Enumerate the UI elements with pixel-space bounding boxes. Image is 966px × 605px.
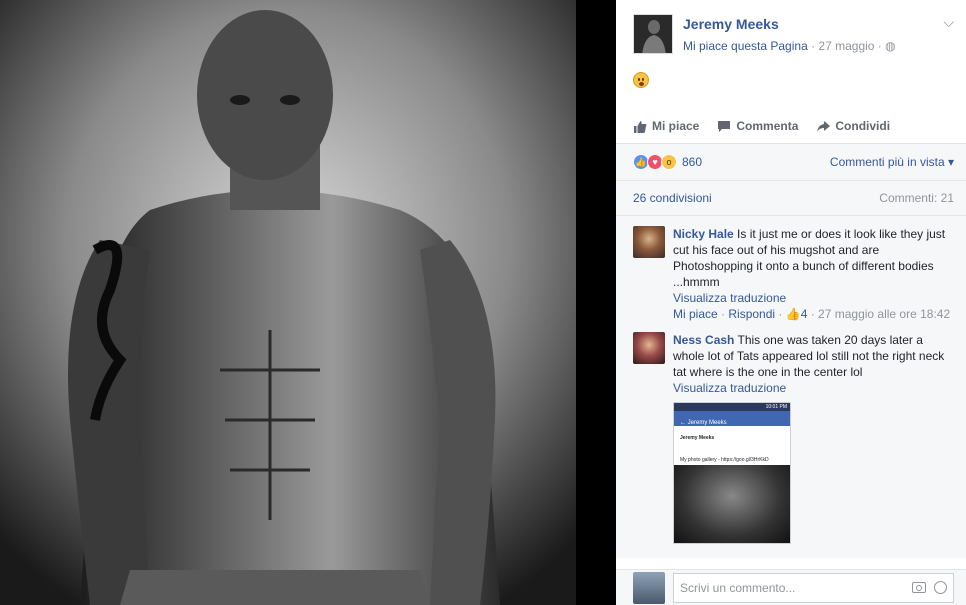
commenter-avatar[interactable] [633, 226, 665, 258]
photo-viewer: Jeremy Meeks Mi piace questa Pagina · 27… [0, 0, 966, 605]
comment-reply-link[interactable]: Rispondi [728, 307, 775, 321]
comment-like-link[interactable]: Mi piace [673, 307, 718, 321]
comment-likes[interactable]: 👍4 [786, 307, 808, 321]
page-avatar[interactable] [633, 14, 673, 54]
phone-status-time: 10:01 PM [765, 404, 787, 410]
comment-body: Ness Cash This one was taken 20 days lat… [673, 332, 954, 544]
comment-time[interactable]: · 27 maggio alle ore 18:42 [811, 307, 950, 321]
post-meta: Mi piace questa Pagina · 27 maggio · ◍ [683, 39, 896, 53]
globe-icon: ◍ [885, 39, 896, 53]
phone-nav-bar: ← Jeremy Meeks [674, 411, 790, 426]
comment-input[interactable]: Scrivi un commento... [673, 572, 954, 603]
phone-status-bar: 10:01 PM [674, 403, 790, 411]
user-avatar[interactable] [633, 571, 665, 604]
reactions-bar: 👍 ♥ o 860 Commenti più in vista ▾ [616, 144, 966, 180]
astonished-emoji-icon [633, 72, 649, 88]
comment-list: Nicky Hale Is it just me or does it look… [616, 215, 966, 558]
thumbs-up-icon [634, 120, 647, 133]
see-translation-link[interactable]: Visualizza traduzione [673, 380, 954, 396]
post-date[interactable]: · 27 maggio · [811, 39, 882, 53]
author-name[interactable]: Jeremy Meeks [683, 16, 896, 32]
commenter-name[interactable]: Ness Cash [673, 333, 734, 347]
phone-nav-title: Jeremy Meeks [687, 420, 727, 426]
post-sidebar: Jeremy Meeks Mi piace questa Pagina · 27… [616, 0, 966, 605]
reaction-count[interactable]: 860 [682, 155, 702, 169]
shares-count[interactable]: 26 condivisioni [633, 191, 712, 205]
avatar-image [634, 15, 672, 53]
comment-button[interactable]: Commenta [717, 119, 798, 133]
like-page-link[interactable]: Mi piace questa Pagina [683, 39, 808, 53]
comments-count: Commenti: 21 [879, 191, 954, 205]
post-header-text: Jeremy Meeks Mi piace questa Pagina · 27… [683, 14, 896, 54]
comment-composer: Scrivi un commento... [616, 569, 966, 605]
comment-meta: Mi piace · Rispondi · 👍4 · 27 maggio all… [673, 307, 951, 321]
wow-reaction-icon[interactable]: o [661, 154, 677, 170]
comment-icon [718, 120, 731, 132]
comment-item: Ness Cash This one was taken 20 days lat… [616, 322, 966, 544]
comment-attachment-image[interactable]: 10:01 PM ← Jeremy Meeks Jeremy Meeks My … [673, 402, 791, 544]
thumbs-up-icon: 👍 [785, 307, 801, 321]
comment-body: Nicky Hale Is it just me or does it look… [673, 226, 954, 322]
share-button[interactable]: Condividi [816, 119, 890, 133]
comment-placeholder: Scrivi un commento... [680, 580, 796, 595]
chevron-down-icon[interactable]: ⌵ [943, 14, 954, 31]
post-stats: 26 condivisioni Commenti: 21 [616, 180, 966, 215]
action-bar: Mi piace Commenta Condividi [633, 119, 966, 143]
phone-card-name: Jeremy Meeks [680, 435, 715, 441]
shirtless-man-photo [0, 0, 616, 605]
commenter-avatar[interactable] [633, 332, 665, 364]
camera-icon[interactable] [912, 582, 926, 593]
like-label: Mi piace [652, 119, 700, 133]
post-header: Jeremy Meeks Mi piace questa Pagina · 27… [616, 0, 966, 54]
phone-photo [674, 465, 790, 543]
commenter-name[interactable]: Nicky Hale [673, 227, 734, 241]
emoji-icon[interactable] [934, 581, 947, 594]
like-button[interactable]: Mi piace [633, 119, 699, 133]
main-photo[interactable] [0, 0, 616, 605]
comment-sort-dropdown[interactable]: Commenti più in vista ▾ [830, 155, 954, 169]
see-translation-link[interactable]: Visualizza traduzione [673, 290, 954, 306]
share-icon [817, 120, 831, 132]
comment-item: Nicky Hale Is it just me or does it look… [616, 216, 966, 322]
share-label: Condividi [835, 119, 891, 133]
comment-label: Commenta [736, 119, 799, 133]
comment-likes-count: 4 [800, 307, 808, 321]
